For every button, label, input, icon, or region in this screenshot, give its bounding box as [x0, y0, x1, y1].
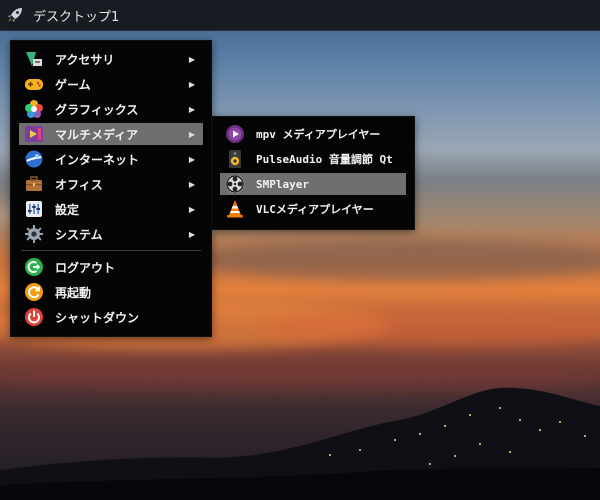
submenu-item-smplayer[interactable]: SMPlayer: [220, 173, 406, 195]
top-panel: デスクトップ1: [0, 0, 600, 31]
multimedia-submenu: mpv メディアプレイヤー PulseAudio 音量調節 Qt SMPlaye…: [211, 116, 415, 230]
menu-item-label: インターネット: [55, 152, 140, 167]
menu-item-internet[interactable]: インターネット ▶: [19, 148, 203, 170]
submenu-arrow-icon: ▶: [188, 229, 195, 239]
submenu-arrow-icon: ▶: [188, 154, 195, 164]
graphics-icon: [23, 98, 45, 120]
reboot-icon: [23, 281, 45, 303]
menu-item-reboot[interactable]: 再起動: [19, 281, 203, 303]
system-gear-icon: [23, 223, 45, 245]
submenu-item-label: mpv メディアプレイヤー: [256, 128, 381, 141]
menu-item-label: マルチメディア: [55, 127, 139, 142]
menu-item-label: ログアウト: [55, 260, 116, 275]
gamepad-icon: [23, 73, 45, 95]
menu-item-label: グラフィックス: [55, 102, 139, 117]
multimedia-icon: [23, 123, 45, 145]
menu-item-label: シャットダウン: [55, 310, 140, 325]
mpv-icon: [224, 123, 246, 145]
submenu-item-label: PulseAudio 音量調節 Qt: [256, 153, 393, 166]
menu-item-graphics[interactable]: グラフィックス ▶: [19, 98, 203, 120]
menu-item-settings[interactable]: 設定 ▶: [19, 198, 203, 220]
hills-silhouette: [0, 387, 600, 500]
menu-item-label: システム: [55, 227, 103, 242]
submenu-arrow-icon: ▶: [188, 204, 195, 214]
menu-item-games[interactable]: ゲーム ▶: [19, 73, 203, 95]
vlc-cone-icon: [224, 198, 246, 220]
settings-icon: [23, 198, 45, 220]
submenu-arrow-icon: ▶: [188, 179, 195, 189]
submenu-item-mpv[interactable]: mpv メディアプレイヤー: [220, 123, 406, 145]
submenu-item-pulseaudio[interactable]: PulseAudio 音量調節 Qt: [220, 148, 406, 170]
submenu-item-label: VLCメディアプレイヤー: [256, 203, 374, 216]
smplayer-icon: [224, 173, 246, 195]
menu-item-system[interactable]: システム ▶: [19, 223, 203, 245]
logout-icon: [23, 256, 45, 278]
menu-item-label: ゲーム: [55, 77, 91, 92]
menu-item-label: 再起動: [55, 285, 92, 300]
menu-item-accessories[interactable]: アクセサリ ▶: [19, 48, 203, 70]
submenu-arrow-icon: ▶: [188, 129, 195, 139]
office-icon: [23, 173, 45, 195]
accessories-icon: [23, 48, 45, 70]
shutdown-icon: [23, 306, 45, 328]
internet-icon: [23, 148, 45, 170]
submenu-arrow-icon: ▶: [188, 54, 195, 64]
menu-separator: [21, 250, 201, 251]
submenu-arrow-icon: ▶: [188, 104, 195, 114]
menu-item-multimedia[interactable]: マルチメディア ▶: [19, 123, 203, 145]
menu-item-office[interactable]: オフィス ▶: [19, 173, 203, 195]
submenu-item-vlc[interactable]: VLCメディアプレイヤー: [220, 198, 406, 220]
launcher-rocket-icon[interactable]: [0, 0, 30, 30]
desktop-name: デスクトップ1: [33, 9, 120, 25]
submenu-arrow-icon: ▶: [188, 79, 195, 89]
menu-item-label: 設定: [55, 202, 80, 217]
menu-item-label: オフィス: [55, 177, 103, 192]
speaker-icon: [224, 148, 246, 170]
menu-item-label: アクセサリ: [55, 52, 115, 67]
menu-item-shutdown[interactable]: シャットダウン: [19, 306, 203, 328]
menu-item-logout[interactable]: ログアウト: [19, 256, 203, 278]
submenu-item-label: SMPlayer: [256, 177, 309, 191]
application-menu: アクセサリ ▶ ゲーム ▶ グラフィックス ▶ マルチメディア ▶ インターネッ…: [10, 40, 212, 337]
